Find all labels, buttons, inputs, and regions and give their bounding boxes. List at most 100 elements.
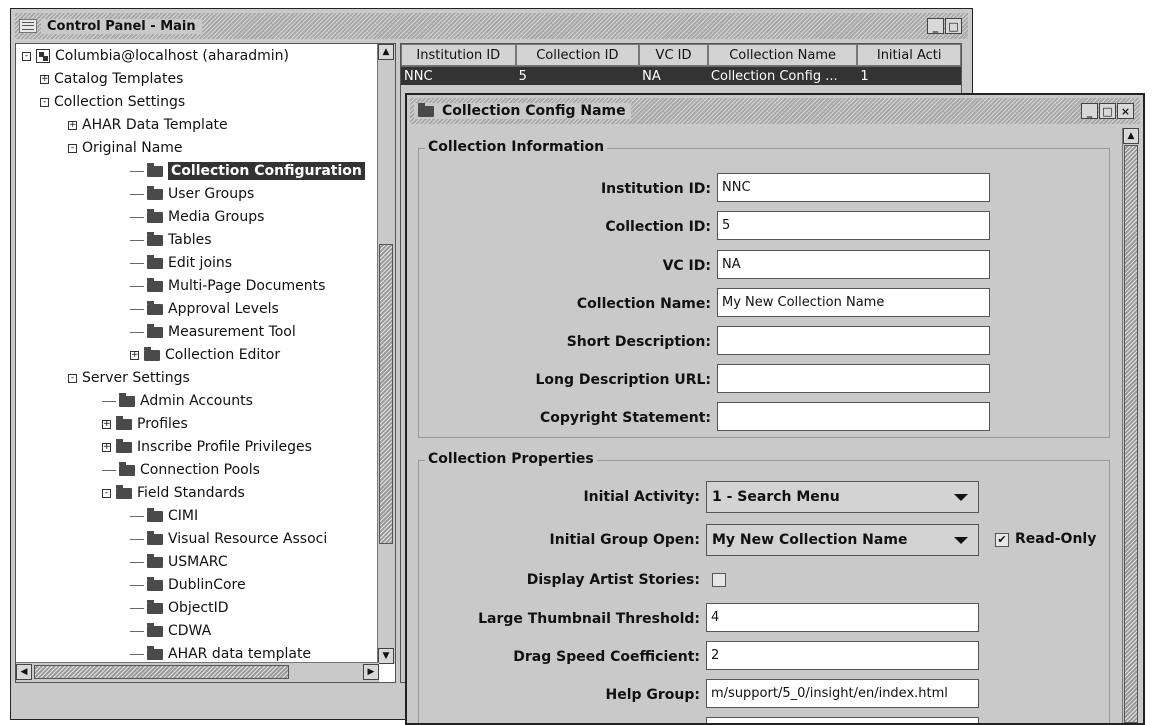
tree-item-original-name[interactable]: - Original Name: [68, 137, 183, 159]
tree-vertical-scrollbar[interactable]: ▲ ▼: [377, 44, 395, 664]
tree-item-tables[interactable]: Tables: [130, 229, 212, 251]
config-vertical-scrollbar[interactable]: ▲: [1122, 128, 1140, 723]
column-header[interactable]: Collection ID: [515, 44, 640, 66]
tree-item-usmarc[interactable]: USMARC: [130, 551, 228, 573]
expand-icon[interactable]: +: [40, 74, 49, 84]
config-form: Collection Information Institution ID: N…: [410, 128, 1122, 723]
scroll-thumb[interactable]: [379, 244, 393, 544]
tree-item-media-groups[interactable]: Media Groups: [130, 206, 264, 228]
tree-item-connection-pools[interactable]: Connection Pools: [102, 459, 260, 481]
read-only-label: Read-Only: [1015, 531, 1097, 547]
copyright-statement-field[interactable]: [717, 402, 990, 431]
scroll-up-button[interactable]: ▲: [1123, 128, 1139, 144]
tree-item-admin-accounts[interactable]: Admin Accounts: [102, 390, 253, 412]
tree-item-field-standards[interactable]: - Field Standards: [102, 482, 245, 504]
tree-horizontal-scrollbar[interactable]: ◀ ▶: [16, 662, 379, 682]
table-row[interactable]: NNC 5 NA Collection Config ... 1: [401, 67, 961, 85]
tree-item-collection-editor[interactable]: + Collection Editor: [130, 344, 280, 366]
tree-label: User Groups: [168, 186, 255, 202]
collapse-icon[interactable]: -: [22, 51, 31, 61]
maximize-button[interactable]: □: [945, 18, 962, 34]
table-cell: 1: [860, 68, 869, 84]
large-thumbnail-field[interactable]: 4: [706, 603, 979, 632]
tree-label: Inscribe Profile Privileges: [137, 439, 312, 455]
window-title: Control Panel - Main: [41, 18, 202, 34]
tree-item-objectid[interactable]: ObjectID: [130, 597, 229, 619]
column-header[interactable]: Collection Name: [707, 44, 858, 66]
collapse-icon[interactable]: -: [68, 373, 77, 383]
help-group-field[interactable]: m/support/5_0/insight/en/index.html: [706, 679, 979, 708]
tree-item-cdwa[interactable]: CDWA: [130, 620, 211, 642]
scroll-down-button[interactable]: ▼: [378, 648, 394, 664]
tree-item-profiles[interactable]: + Profiles: [102, 413, 188, 435]
minimize-button[interactable]: _: [1081, 103, 1098, 119]
vc-id-field[interactable]: NA: [717, 250, 990, 279]
institution-id-field[interactable]: NNC: [717, 173, 990, 202]
table-cell: NA: [642, 68, 661, 84]
tree-item-catalog-templates[interactable]: + Catalog Templates: [40, 68, 183, 90]
collection-id-field[interactable]: 5: [717, 211, 990, 240]
tree-item-user-groups[interactable]: User Groups: [130, 183, 254, 205]
tree-item-root[interactable]: - Columbia@localhost (aharadmin): [22, 45, 289, 67]
close-button[interactable]: ×: [1117, 103, 1134, 119]
folder-icon: [147, 231, 163, 246]
drag-speed-field[interactable]: 2: [706, 641, 979, 670]
tree-label: Catalog Templates: [54, 71, 184, 87]
scroll-thumb[interactable]: [1124, 145, 1138, 723]
config-window-titlebar[interactable]: Collection Config Name _ □ ×: [410, 98, 1140, 124]
expand-icon[interactable]: +: [102, 442, 111, 452]
config-window-title: Collection Config Name: [442, 103, 626, 119]
folder-icon: [147, 622, 163, 637]
tree-label: CDWA: [168, 623, 212, 639]
tree-item-measurement-tool[interactable]: Measurement Tool: [130, 321, 296, 343]
tree-label: Multi-Page Documents: [168, 278, 326, 294]
tree-label: Columbia@localhost (aharadmin): [55, 48, 289, 64]
folder-icon: [119, 461, 135, 476]
tree-item-ahar-data-template-lower[interactable]: AHAR data template: [130, 643, 311, 664]
display-artist-stories-checkbox[interactable]: [712, 573, 726, 587]
server-icon: [36, 49, 50, 63]
tree-item-visual-resource[interactable]: Visual Resource Associ: [130, 528, 327, 550]
scroll-up-button[interactable]: ▲: [378, 44, 394, 60]
collapse-icon[interactable]: -: [102, 488, 111, 498]
minimize-button[interactable]: _: [927, 18, 944, 34]
expand-icon[interactable]: +: [102, 419, 111, 429]
scroll-thumb[interactable]: [34, 665, 289, 679]
tree-label: Measurement Tool: [168, 324, 296, 340]
scroll-left-button[interactable]: ◀: [16, 664, 32, 680]
collapse-icon[interactable]: -: [40, 97, 49, 107]
tree-item-multi-page-documents[interactable]: Multi-Page Documents: [130, 275, 325, 297]
tree-item-server-settings[interactable]: - Server Settings: [68, 367, 190, 389]
read-only-checkbox[interactable]: ✔: [995, 533, 1009, 547]
table-header: Institution ID Collection ID VC ID Colle…: [401, 44, 961, 67]
tree-item-approval-levels[interactable]: Approval Levels: [130, 298, 279, 320]
column-header[interactable]: Institution ID: [401, 44, 516, 66]
maximize-button[interactable]: □: [1099, 103, 1116, 119]
folder-icon: [147, 185, 163, 200]
scroll-right-button[interactable]: ▶: [363, 664, 379, 680]
collection-name-field[interactable]: My New Collection Name: [717, 288, 990, 317]
short-description-field[interactable]: [717, 326, 990, 355]
folder-icon: [116, 415, 132, 430]
tree-item-collection-configuration[interactable]: Collection Configuration: [130, 160, 365, 182]
tree-label: ObjectID: [168, 600, 229, 616]
folder-icon: [147, 300, 163, 315]
long-description-url-field[interactable]: [717, 364, 990, 393]
collapse-icon[interactable]: -: [68, 143, 77, 153]
column-header[interactable]: Initial Acti: [857, 44, 961, 66]
expand-icon[interactable]: +: [68, 120, 77, 130]
tree-item-edit-joins[interactable]: Edit joins: [130, 252, 232, 274]
tree-item-collection-settings[interactable]: - Collection Settings: [40, 91, 185, 113]
tree-item-cimi[interactable]: CIMI: [130, 505, 198, 527]
column-header[interactable]: VC ID: [639, 44, 708, 66]
initial-group-open-select[interactable]: My New Collection Name: [706, 524, 979, 556]
control-panel-titlebar[interactable]: Control Panel - Main _ □: [15, 13, 968, 39]
folder-icon: [147, 599, 163, 614]
expand-icon[interactable]: +: [130, 350, 139, 360]
next-field[interactable]: [706, 717, 979, 723]
tree-item-dublincore[interactable]: DublinCore: [130, 574, 246, 596]
tree-item-inscribe-profile-privileges[interactable]: + Inscribe Profile Privileges: [102, 436, 312, 458]
initial-activity-select[interactable]: 1 - Search Menu: [706, 481, 979, 513]
window-menu-icon[interactable]: [19, 19, 37, 33]
tree-item-ahar-data-template[interactable]: + AHAR Data Template: [68, 114, 228, 136]
